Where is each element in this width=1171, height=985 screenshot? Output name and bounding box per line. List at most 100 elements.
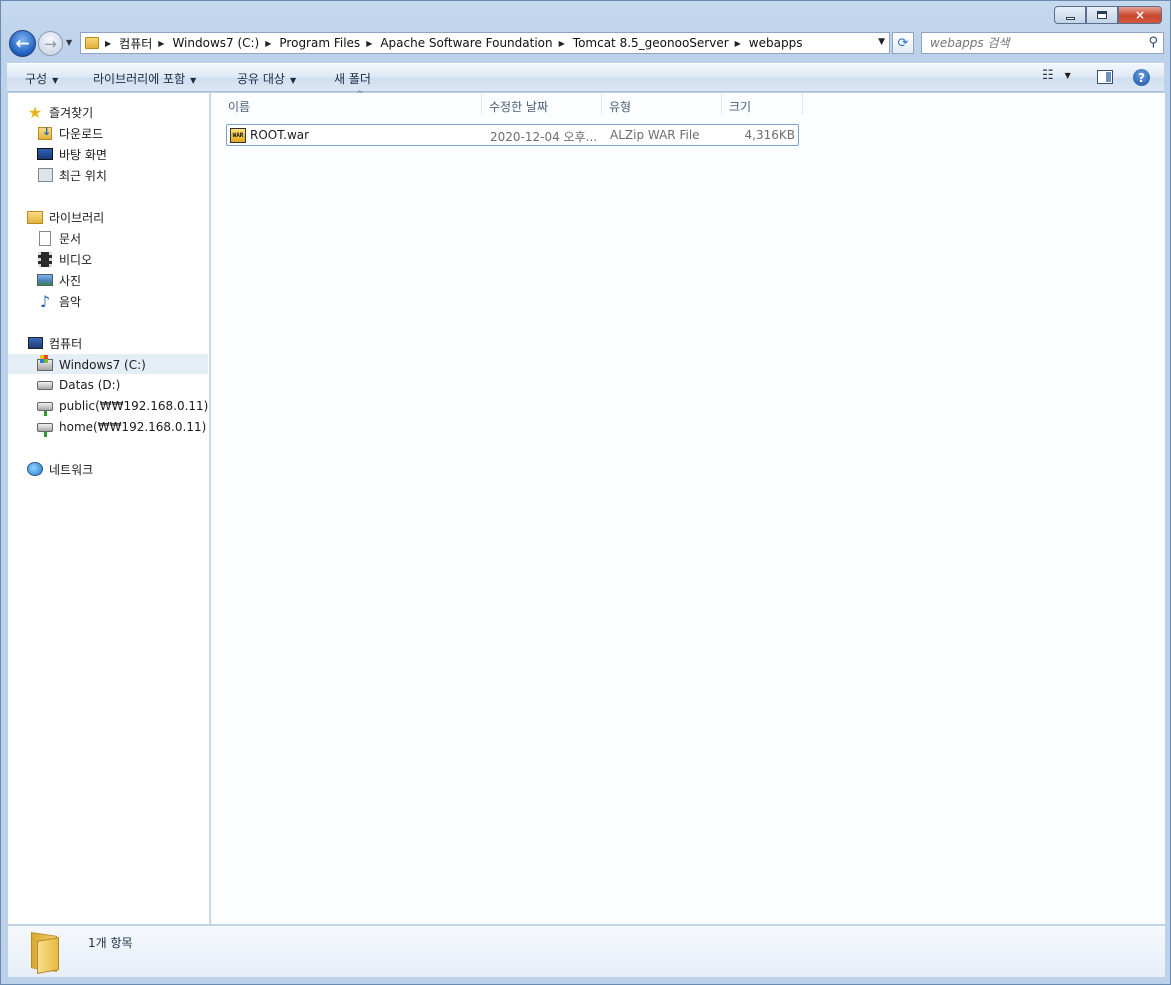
network-icon <box>27 462 43 476</box>
breadcrumb-program-files[interactable]: Program Files <box>279 36 360 50</box>
sidebar-item-drive-z[interactable]: home(₩₩192.168.0.11) (Z:) <box>37 417 210 437</box>
documents-icon <box>39 230 51 246</box>
library-icon <box>27 210 43 224</box>
chevron-down-icon: ▼ <box>190 76 197 85</box>
new-folder-button[interactable]: 새 폴더 <box>334 70 371 87</box>
sidebar-item-label: 비디오 <box>59 252 93 267</box>
chevron-right-icon[interactable]: ▶ <box>559 39 565 48</box>
maximize-icon <box>1097 11 1107 19</box>
breadcrumb-apache[interactable]: Apache Software Foundation <box>380 36 552 50</box>
column-header-label: 이름 <box>228 100 251 114</box>
file-row[interactable]: WAR ROOT.war 2020-12-04 오후... ALZip WAR … <box>226 124 799 146</box>
sidebar-item-label: home(₩₩192.168.0.11) (Z:) <box>59 420 210 434</box>
forward-button[interactable]: → <box>38 31 63 56</box>
network-drive-icon <box>37 422 53 437</box>
sidebar-computer[interactable]: 컴퓨터 <box>27 333 82 353</box>
computer-icon <box>27 337 43 349</box>
file-date-modified: 2020-12-04 오후... <box>490 130 598 144</box>
sidebar-item-label: Windows7 (C:) <box>59 357 146 372</box>
recent-places-icon <box>37 168 53 182</box>
chevron-right-icon[interactable]: ▶ <box>158 39 164 48</box>
sidebar-item-pictures[interactable]: 사진 <box>37 270 81 290</box>
downloads-folder-icon <box>38 125 52 140</box>
details-pane: 1개 항목 <box>8 925 1165 977</box>
sidebar-item-label: 바탕 화면 <box>59 147 107 162</box>
war-file-icon: WAR <box>230 128 246 143</box>
sidebar-libraries-label: 라이브러리 <box>49 210 105 225</box>
music-icon: ♪ <box>39 291 51 311</box>
file-list-view[interactable]: 이름 ^ 수정한 날짜 유형 크기 WAR ROOT.war 2020-12-0… <box>211 90 1165 924</box>
refresh-button[interactable]: ⟳ <box>892 32 914 54</box>
minimize-icon <box>1065 16 1075 20</box>
search-icon[interactable]: ⚲ <box>1148 35 1158 50</box>
sidebar-item-label: Datas (D:) <box>59 378 121 392</box>
minimize-button[interactable] <box>1054 6 1086 24</box>
close-button[interactable]: × <box>1118 6 1162 24</box>
chevron-right-icon[interactable]: ▶ <box>265 39 271 48</box>
sidebar-item-downloads[interactable]: 다운로드 <box>37 123 103 143</box>
back-button[interactable]: ← <box>9 30 36 57</box>
view-options-icon: ☷ <box>1042 68 1054 83</box>
file-size: 4,316KB <box>744 128 795 142</box>
include-in-library-button[interactable]: 라이브러리에 포함 ▼ <box>93 70 196 87</box>
include-in-library-label: 라이브러리에 포함 <box>93 72 186 86</box>
sidebar-favorites[interactable]: ★ 즐겨찾기 <box>27 102 93 122</box>
item-count: 1개 항목 <box>88 936 133 950</box>
address-bar[interactable]: ▶ 컴퓨터 ▶ Windows7 (C:) ▶ Program Files ▶ … <box>80 32 890 54</box>
chevron-down-icon: ▼ <box>289 76 297 85</box>
column-header-label: 유형 <box>609 100 632 114</box>
share-with-button[interactable]: 공유 대상 ▼ <box>237 70 296 87</box>
file-name: ROOT.war <box>250 128 310 142</box>
recent-pages-dropdown-icon[interactable]: ▼ <box>66 38 72 47</box>
chevron-down-icon: ▼ <box>52 76 59 85</box>
organize-label: 구성 <box>25 72 48 86</box>
sidebar-item-videos[interactable]: 비디오 <box>37 249 92 269</box>
search-box[interactable]: ⚲ <box>921 32 1164 54</box>
chevron-down-icon: ▼ <box>1064 71 1071 80</box>
breadcrumb-drive-c[interactable]: Windows7 (C:) <box>172 36 259 50</box>
sidebar-item-recent-places[interactable]: 최근 위치 <box>37 165 107 185</box>
sidebar-network[interactable]: 네트워크 <box>27 459 93 479</box>
breadcrumb-computer[interactable]: 컴퓨터 <box>119 35 152 52</box>
column-header-label: 수정한 날짜 <box>489 100 549 114</box>
search-input[interactable] <box>930 33 1145 53</box>
help-button[interactable]: ? <box>1133 69 1150 86</box>
refresh-icon: ⟳ <box>897 35 909 51</box>
breadcrumb-tomcat[interactable]: Tomcat 8.5_geonooServer <box>573 36 729 50</box>
pictures-icon <box>37 274 53 286</box>
desktop-icon <box>37 148 53 160</box>
sidebar-item-music[interactable]: ♪ 음악 <box>37 291 81 311</box>
sidebar-libraries[interactable]: 라이브러리 <box>27 207 104 227</box>
column-header-type[interactable]: 유형 <box>602 93 722 115</box>
sidebar-item-label: 사진 <box>59 273 82 288</box>
sidebar-item-documents[interactable]: 문서 <box>37 228 81 248</box>
breadcrumb-webapps[interactable]: webapps <box>749 36 803 50</box>
sidebar-item-label: 다운로드 <box>59 126 104 141</box>
sidebar-item-drive-d[interactable]: Datas (D:) <box>37 375 120 395</box>
sidebar-item-drive-y[interactable]: public(₩₩192.168.0.11) (Y: <box>37 396 210 416</box>
sidebar-item-label: public(₩₩192.168.0.11) (Y: <box>59 399 210 413</box>
address-dropdown-icon[interactable]: ▼ <box>878 37 885 47</box>
chevron-right-icon[interactable]: ▶ <box>735 39 741 48</box>
windows-drive-icon <box>37 354 53 371</box>
sidebar-item-drive-c[interactable]: Windows7 (C:) <box>8 354 208 374</box>
sidebar-item-label: 최근 위치 <box>59 168 107 183</box>
sidebar-favorites-label: 즐겨찾기 <box>49 105 94 120</box>
command-bar: 구성 ▼ 라이브러리에 포함 ▼ 공유 대상 ▼ 새 폴더 ☷ ▼ ? <box>7 63 1164 92</box>
column-header-name[interactable]: 이름 ^ <box>221 90 482 115</box>
change-view-button[interactable]: ☷ ▼ <box>1042 68 1071 83</box>
maximize-button[interactable] <box>1086 6 1118 24</box>
sort-ascending-icon: ^ <box>356 90 364 100</box>
preview-pane-button[interactable] <box>1097 70 1113 84</box>
sidebar-item-desktop[interactable]: 바탕 화면 <box>37 144 107 164</box>
folder-icon <box>85 37 99 49</box>
column-header-size[interactable]: 크기 <box>722 93 803 115</box>
chevron-right-icon[interactable]: ▶ <box>366 39 372 48</box>
share-with-label: 공유 대상 <box>237 72 285 86</box>
hard-drive-icon <box>37 380 53 390</box>
organize-button[interactable]: 구성 ▼ <box>25 70 58 87</box>
chevron-right-icon[interactable]: ▶ <box>105 39 111 48</box>
column-header-date-modified[interactable]: 수정한 날짜 <box>482 93 602 115</box>
explorer-window: × ← → ▼ ▶ 컴퓨터 ▶ Windows7 (C:) ▶ Program … <box>0 0 1171 985</box>
navigation-bar: ← → ▼ ▶ 컴퓨터 ▶ Windows7 (C:) ▶ Program Fi… <box>7 29 1164 57</box>
